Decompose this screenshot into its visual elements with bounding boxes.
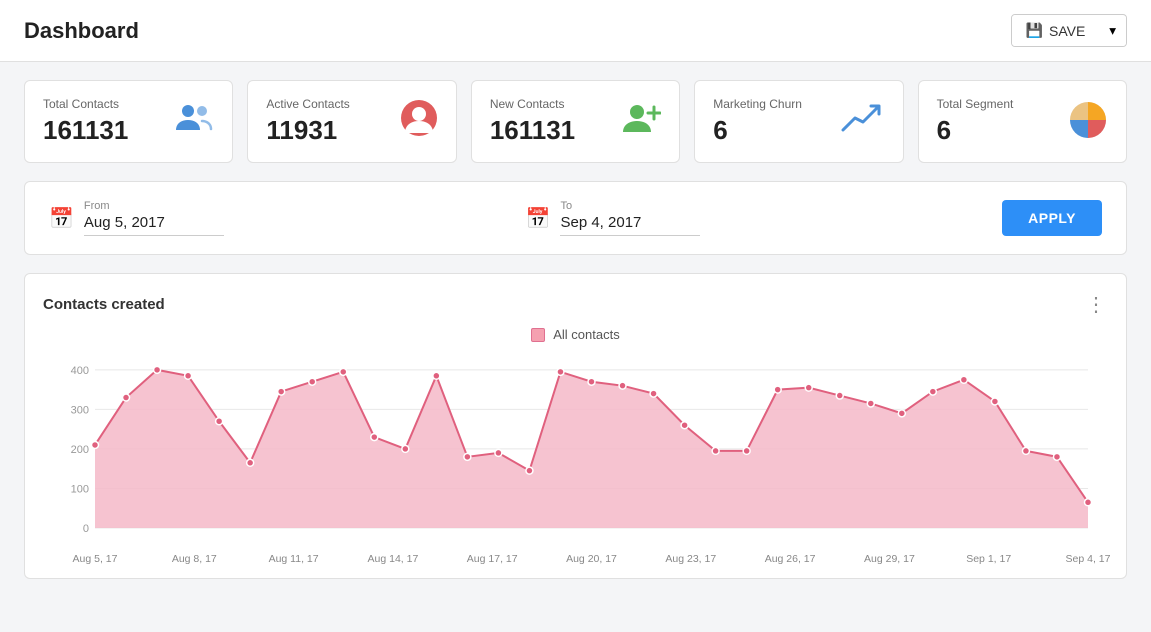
save-chevron-button[interactable]: ▾ — [1099, 16, 1126, 46]
stat-card-total-segment: Total Segment 6 — [918, 80, 1127, 163]
chart-title: Contacts created — [43, 296, 165, 313]
stat-label: Total Contacts — [43, 97, 128, 111]
svg-text:Aug 5, 17: Aug 5, 17 — [73, 553, 118, 565]
stat-card-marketing-churn: Marketing Churn 6 — [694, 80, 903, 163]
svg-text:400: 400 — [71, 365, 89, 377]
chart-svg: 0 100 200 300 400 Aug 5, 17 Aug 8, 17 Aug 11, 1… — [43, 348, 1108, 568]
svg-text:0: 0 — [83, 523, 89, 535]
chart-card: Contacts created ⋮ All contacts 0 100 200 3… — [24, 273, 1127, 579]
svg-text:Sep 4, 17: Sep 4, 17 — [1066, 553, 1111, 565]
stat-value: 161131 — [43, 115, 128, 146]
stat-card-active-contacts: Active Contacts 11931 — [247, 80, 456, 163]
to-value: Sep 4, 2017 — [560, 214, 700, 231]
apply-button[interactable]: APPLY — [1002, 200, 1102, 236]
svg-text:Aug 17, 17: Aug 17, 17 — [467, 553, 518, 565]
add-person-icon — [621, 102, 661, 141]
svg-text:Sep 1, 17: Sep 1, 17 — [966, 553, 1011, 565]
app-header: Dashboard 💾 SAVE ▾ — [0, 0, 1151, 62]
chart-menu-icon[interactable]: ⋮ — [1086, 292, 1108, 317]
stat-card-total-contacts: Total Contacts 161131 — [24, 80, 233, 163]
svg-text:Aug 20, 17: Aug 20, 17 — [566, 553, 617, 565]
stat-text-new-contacts: New Contacts 161131 — [490, 97, 575, 146]
pie-chart-icon — [1068, 100, 1108, 143]
to-label: To — [560, 200, 700, 212]
chart-area: 0 100 200 300 400 Aug 5, 17 Aug 8, 17 Aug 11, 1… — [43, 348, 1108, 568]
save-label: SAVE — [1049, 23, 1085, 39]
save-button[interactable]: 💾 SAVE — [1012, 15, 1100, 46]
page-title: Dashboard — [24, 18, 139, 44]
people-icon — [174, 102, 214, 142]
svg-text:Aug 11, 17: Aug 11, 17 — [269, 553, 319, 565]
to-date-inner: To Sep 4, 2017 — [560, 200, 700, 236]
to-date-field[interactable]: 📅 To Sep 4, 2017 — [526, 200, 971, 236]
chart-header: Contacts created ⋮ — [43, 292, 1108, 317]
stat-value: 161131 — [490, 115, 575, 146]
calendar-icon-to: 📅 — [526, 206, 551, 231]
svg-text:Aug 29, 17: Aug 29, 17 — [864, 553, 915, 565]
stat-value: 6 — [713, 115, 802, 146]
from-date-field[interactable]: 📅 From Aug 5, 2017 — [49, 200, 494, 236]
stat-text-total-segment: Total Segment 6 — [937, 97, 1014, 146]
main-content: Total Contacts 161131 Active Contacts 11… — [0, 62, 1151, 597]
from-date-inner: From Aug 5, 2017 — [84, 200, 224, 236]
legend-color-box — [531, 328, 545, 342]
svg-text:Aug 23, 17: Aug 23, 17 — [665, 553, 716, 565]
svg-text:100: 100 — [71, 483, 89, 495]
stat-label: Marketing Churn — [713, 97, 802, 111]
legend-label: All contacts — [553, 327, 619, 342]
svg-text:200: 200 — [71, 444, 89, 456]
svg-text:300: 300 — [71, 404, 89, 416]
stat-label: New Contacts — [490, 97, 575, 111]
chart-legend: All contacts — [43, 327, 1108, 342]
from-label: From — [84, 200, 224, 212]
stat-label: Total Segment — [937, 97, 1014, 111]
save-icon: 💾 — [1026, 22, 1043, 39]
stat-value: 11931 — [266, 115, 349, 146]
from-value: Aug 5, 2017 — [84, 214, 224, 231]
stat-text-marketing-churn: Marketing Churn 6 — [713, 97, 802, 146]
stats-row: Total Contacts 161131 Active Contacts 11… — [24, 80, 1127, 163]
stat-value: 6 — [937, 115, 1014, 146]
face-icon — [400, 99, 438, 145]
svg-text:Aug 14, 17: Aug 14, 17 — [368, 553, 419, 565]
save-button-group: 💾 SAVE ▾ — [1011, 14, 1127, 47]
svg-text:Aug 8, 17: Aug 8, 17 — [172, 553, 217, 565]
stat-card-new-contacts: New Contacts 161131 — [471, 80, 680, 163]
svg-text:Aug 26, 17: Aug 26, 17 — [765, 553, 816, 565]
trending-up-icon — [841, 102, 885, 141]
calendar-icon-from: 📅 — [49, 206, 74, 231]
chevron-down-icon: ▾ — [1109, 23, 1116, 38]
stat-text-active-contacts: Active Contacts 11931 — [266, 97, 349, 146]
date-filter-card: 📅 From Aug 5, 2017 📅 To Sep 4, 2017 APPL… — [24, 181, 1127, 255]
stat-label: Active Contacts — [266, 97, 349, 111]
stat-text-total-contacts: Total Contacts 161131 — [43, 97, 128, 146]
